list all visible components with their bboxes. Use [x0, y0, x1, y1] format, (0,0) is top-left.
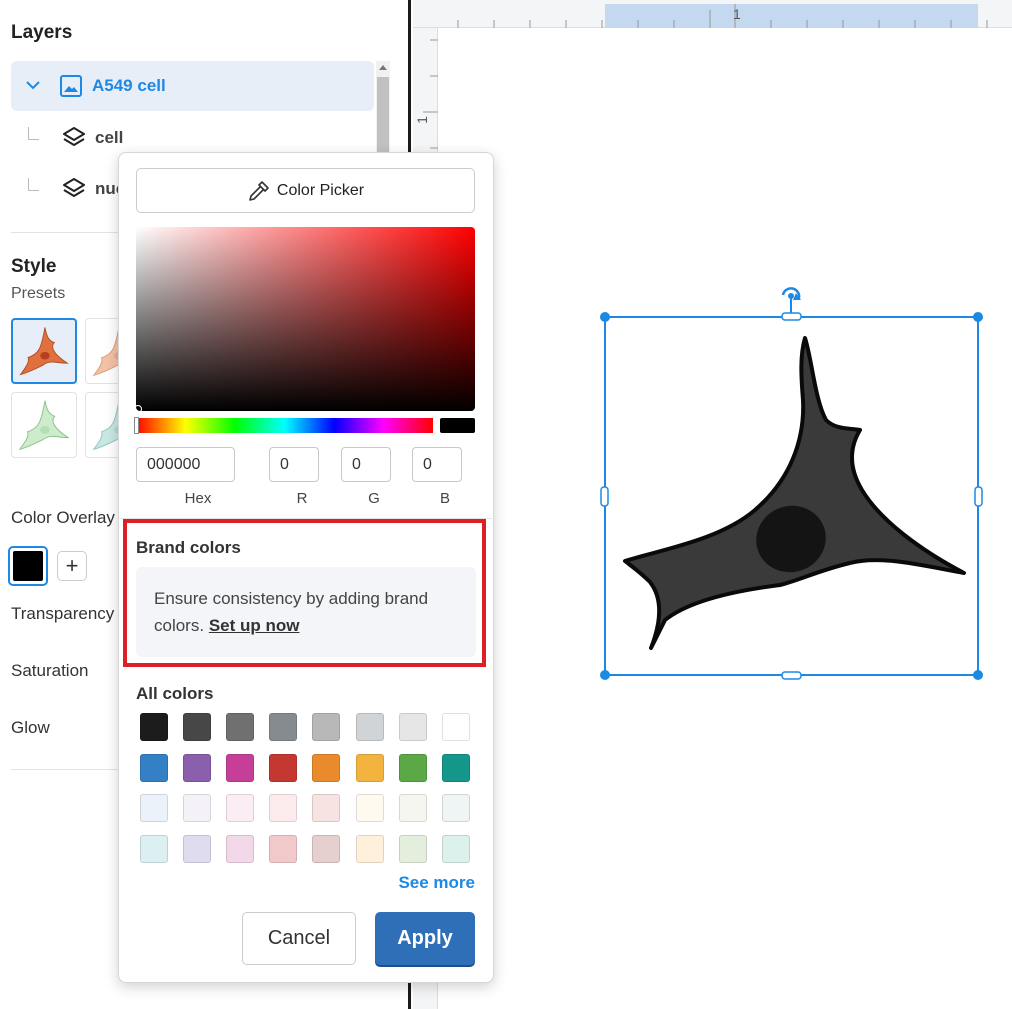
eyedropper-icon: [249, 180, 269, 201]
preset-1[interactable]: [11, 318, 77, 384]
scroll-up-arrow-icon[interactable]: [379, 65, 387, 70]
color-swatch[interactable]: [183, 834, 212, 863]
layer-item-a549-cell[interactable]: A549 cell: [11, 61, 374, 111]
hue-slider-handle[interactable]: [134, 417, 139, 434]
color-swatch[interactable]: [355, 753, 384, 782]
color-picker-popup: Color Picker 000000 0 0 0 Hex R G B Bran…: [118, 152, 494, 983]
color-swatch[interactable]: [312, 713, 341, 741]
cell-thumbnail-icon: [19, 327, 70, 376]
color-swatch[interactable]: [312, 753, 341, 782]
add-color-button[interactable]: +: [57, 551, 87, 581]
color-swatch[interactable]: [312, 794, 341, 822]
presets-label: Presets: [11, 285, 66, 302]
color-swatch[interactable]: [355, 794, 384, 822]
ruler-number: 1: [733, 6, 741, 22]
glow-label: Glow: [11, 718, 50, 737]
tree-connector: [28, 127, 39, 140]
layers-title: Layers: [11, 22, 73, 43]
color-picker-label: Color Picker: [276, 181, 365, 199]
color-swatch[interactable]: [269, 794, 298, 822]
divider: [11, 769, 121, 770]
cancel-button[interactable]: Cancel: [242, 912, 356, 965]
color-swatch[interactable]: [226, 794, 255, 822]
color-swatch[interactable]: [183, 753, 212, 782]
divider: [11, 232, 121, 233]
saturation-value-field[interactable]: [136, 227, 475, 411]
color-swatch[interactable]: [441, 794, 470, 822]
style-title: Style: [11, 256, 57, 277]
color-swatch[interactable]: [398, 713, 427, 741]
color-preview: [440, 418, 475, 433]
apply-button[interactable]: Apply: [375, 912, 475, 965]
g-label: G: [368, 490, 380, 507]
overlay-color-swatch[interactable]: [8, 546, 48, 586]
transparency-label: Transparency: [11, 604, 115, 623]
canvas-selection[interactable]: [590, 280, 1000, 690]
color-swatch[interactable]: [183, 794, 212, 822]
color-swatch[interactable]: [441, 753, 470, 782]
set-up-now-link[interactable]: Set up now: [209, 616, 300, 635]
color-swatch[interactable]: [140, 794, 168, 822]
b-label: B: [439, 490, 450, 507]
color-swatch[interactable]: [398, 753, 427, 782]
color-swatch[interactable]: [441, 834, 470, 863]
layers-icon: [63, 178, 85, 197]
top-ruler-ticks: [457, 4, 988, 28]
color-swatch[interactable]: [140, 713, 168, 741]
r-input[interactable]: 0: [269, 447, 319, 482]
color-swatch[interactable]: [269, 834, 298, 863]
r-label: R: [296, 490, 308, 507]
rotate-handle-icon: [781, 287, 801, 313]
preset-3[interactable]: [11, 392, 77, 458]
sv-cursor[interactable]: [134, 405, 142, 413]
color-swatch[interactable]: [226, 713, 255, 741]
color-swatch[interactable]: [355, 713, 384, 741]
color-swatch[interactable]: [140, 834, 168, 863]
hue-slider[interactable]: [136, 418, 433, 433]
color-swatch[interactable]: [355, 834, 384, 863]
color-swatch[interactable]: [312, 834, 341, 863]
brand-colors-note: Ensure consistency by adding brand color…: [136, 567, 476, 657]
layer-label: A549 cell: [92, 76, 166, 95]
chevron-down-icon[interactable]: [23, 75, 43, 95]
tree-connector: [28, 178, 39, 191]
image-icon: [60, 75, 82, 97]
color-swatch[interactable]: [183, 713, 212, 741]
color-swatch[interactable]: [140, 753, 168, 782]
b-input[interactable]: 0: [412, 447, 462, 482]
scrollbar-thumb[interactable]: [377, 77, 389, 156]
all-colors-title: All colors: [136, 684, 214, 703]
g-input[interactable]: 0: [341, 447, 391, 482]
color-swatch[interactable]: [269, 753, 298, 782]
cell-thumbnail-icon: [18, 400, 70, 451]
color-swatch[interactable]: [269, 713, 298, 741]
color-overlay-label: Color Overlay: [11, 508, 115, 527]
saturation-label: Saturation: [11, 661, 89, 680]
color-swatch[interactable]: [441, 713, 470, 741]
layer-label: cell: [95, 128, 124, 147]
swatch-fill: [13, 551, 43, 581]
color-swatch[interactable]: [226, 834, 255, 863]
color-picker-button[interactable]: Color Picker: [136, 168, 475, 213]
color-swatch[interactable]: [398, 794, 427, 822]
hex-input[interactable]: 000000: [136, 447, 235, 482]
color-swatch[interactable]: [226, 753, 255, 782]
hex-label: Hex: [184, 490, 212, 507]
brand-colors-title: Brand colors: [136, 538, 241, 557]
ruler-number: 1: [413, 116, 430, 124]
cell-shape: [623, 336, 966, 650]
layers-icon: [63, 127, 85, 146]
see-more-link[interactable]: See more: [398, 873, 475, 893]
color-swatch[interactable]: [398, 834, 427, 863]
